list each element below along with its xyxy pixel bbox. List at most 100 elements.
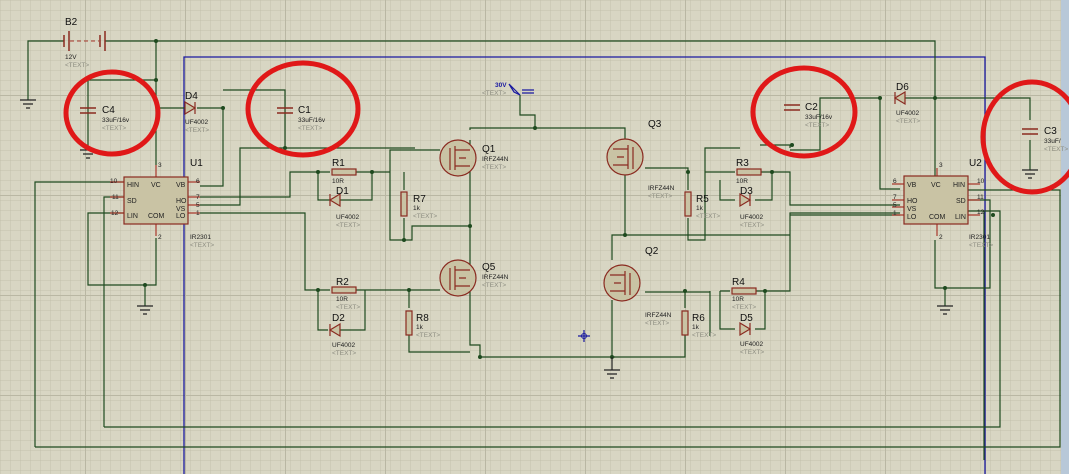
value-label: 10R bbox=[336, 296, 348, 303]
pin-label: VS bbox=[176, 206, 186, 213]
pin-number: 1 bbox=[196, 210, 200, 217]
pin-label: HIN bbox=[953, 182, 965, 189]
ref-label: D2 bbox=[332, 313, 345, 324]
pin-label: VB bbox=[176, 182, 186, 189]
ref-label: D5 bbox=[740, 313, 753, 324]
ref-label: B2 bbox=[65, 17, 78, 28]
ref-label: Q2 bbox=[645, 246, 659, 257]
pin-label: LIN bbox=[127, 213, 138, 220]
pin-label: VC bbox=[151, 182, 161, 189]
value-label: 33uF/16v bbox=[298, 117, 326, 124]
pin-number: 3 bbox=[158, 162, 162, 169]
ref-label: C4 bbox=[102, 105, 115, 116]
pin-label: VS bbox=[907, 206, 917, 213]
ref-label: C2 bbox=[805, 102, 818, 113]
text-placeholder: <TEXT> bbox=[969, 242, 993, 249]
value-label: IR2301 bbox=[969, 234, 990, 241]
text-placeholder: <TEXT> bbox=[1044, 146, 1068, 153]
schematic-canvas[interactable]: B2 12V <TEXT> C4 33uF/16v <TEXT> C1 33uF… bbox=[0, 0, 1069, 474]
text-placeholder: <TEXT> bbox=[413, 213, 437, 220]
ref-label: D4 bbox=[185, 91, 198, 102]
value-label: 1k bbox=[692, 324, 700, 331]
text-placeholder: <TEXT> bbox=[732, 304, 756, 311]
value-label: IR2301 bbox=[190, 234, 211, 241]
value-label: 10R bbox=[736, 178, 748, 185]
schematic[interactable]: B2 12V <TEXT> C4 33uF/16v <TEXT> C1 33uF… bbox=[0, 0, 1069, 474]
pin-number: 10 bbox=[977, 178, 985, 185]
ref-label: C1 bbox=[298, 105, 311, 116]
value-label: UF4002 bbox=[332, 342, 356, 349]
value-label: UF4002 bbox=[740, 214, 764, 221]
ref-label: U1 bbox=[190, 158, 203, 169]
ref-label: C3 bbox=[1044, 126, 1057, 137]
pin-number: 11 bbox=[112, 194, 119, 201]
pin-number: 5 bbox=[196, 202, 200, 209]
value-label: 10R bbox=[732, 296, 744, 303]
pin-number: 12 bbox=[111, 210, 119, 217]
value-label: 33uF/16v bbox=[805, 114, 833, 121]
pin-label: LO bbox=[907, 214, 917, 221]
value-label: 12V bbox=[65, 54, 77, 61]
value-label: 33uF/16v bbox=[102, 117, 130, 124]
pin-number: 3 bbox=[939, 162, 943, 169]
text-placeholder: <TEXT> bbox=[482, 164, 506, 171]
value-label: 33uF/ bbox=[1044, 138, 1061, 145]
text-placeholder: <TEXT> bbox=[190, 242, 214, 249]
pin-label: VC bbox=[931, 182, 941, 189]
text-placeholder: <TEXT> bbox=[645, 320, 669, 327]
text-placeholder: <TEXT> bbox=[740, 222, 764, 229]
text-placeholder: <TEXT> bbox=[482, 282, 506, 289]
pin-number: 11 bbox=[977, 194, 984, 201]
text-placeholder: <TEXT> bbox=[332, 350, 356, 357]
pin-number: 1 bbox=[893, 210, 897, 217]
value-label: 1k bbox=[696, 205, 704, 212]
ref-label: R2 bbox=[336, 277, 349, 288]
value-label: IRFZ44N bbox=[482, 274, 509, 281]
pin-label: LO bbox=[176, 213, 186, 220]
text-placeholder: <TEXT> bbox=[740, 349, 764, 356]
value-label: 1k bbox=[416, 324, 424, 331]
pin-label: SD bbox=[956, 198, 966, 205]
pin-number: 6 bbox=[893, 178, 897, 185]
text-placeholder: <TEXT> bbox=[298, 125, 322, 132]
text-placeholder: <TEXT> bbox=[185, 127, 209, 134]
text-placeholder: <TEXT> bbox=[336, 304, 360, 311]
ref-label: R6 bbox=[692, 313, 705, 324]
scrollbar[interactable] bbox=[1061, 0, 1069, 474]
pin-number: 7 bbox=[196, 194, 200, 201]
ref-label: D3 bbox=[740, 186, 753, 197]
ref-label: R5 bbox=[696, 194, 709, 205]
pin-label: SD bbox=[127, 198, 137, 205]
ref-label: R1 bbox=[332, 158, 345, 169]
text-placeholder: <TEXT> bbox=[65, 62, 89, 69]
text-placeholder: <TEXT> bbox=[692, 332, 716, 339]
ref-label: U2 bbox=[969, 158, 982, 169]
pin-number: 5 bbox=[893, 202, 897, 209]
value-label: 30V bbox=[495, 82, 507, 89]
ref-label: R3 bbox=[736, 158, 749, 169]
pin-label: HO bbox=[907, 198, 918, 205]
text-placeholder: <TEXT> bbox=[896, 118, 920, 125]
text-placeholder: <TEXT> bbox=[696, 213, 720, 220]
text-placeholder: <TEXT> bbox=[648, 193, 672, 200]
ref-label: R7 bbox=[413, 194, 426, 205]
value-label: IRFZ44N bbox=[645, 312, 672, 319]
pin-number: 2 bbox=[158, 234, 162, 241]
pin-number: 10 bbox=[110, 178, 118, 185]
value-label: IRFZ44N bbox=[648, 185, 675, 192]
pin-label: VB bbox=[907, 182, 917, 189]
text-placeholder: <TEXT> bbox=[336, 222, 360, 229]
value-label: UF4002 bbox=[336, 214, 360, 221]
pin-label: HIN bbox=[127, 182, 139, 189]
pin-number: 2 bbox=[939, 234, 943, 241]
ref-label: Q5 bbox=[482, 262, 496, 273]
value-label: UF4002 bbox=[896, 110, 920, 117]
ref-label: R8 bbox=[416, 313, 429, 324]
pin-number: 6 bbox=[196, 178, 200, 185]
value-label: 1k bbox=[413, 205, 421, 212]
pin-number: 12 bbox=[977, 209, 985, 216]
ref-label: R4 bbox=[732, 277, 745, 288]
text-placeholder: <TEXT> bbox=[102, 125, 126, 132]
text-placeholder: <TEXT> bbox=[805, 122, 829, 129]
text-placeholder: <TEXT> bbox=[482, 90, 506, 97]
